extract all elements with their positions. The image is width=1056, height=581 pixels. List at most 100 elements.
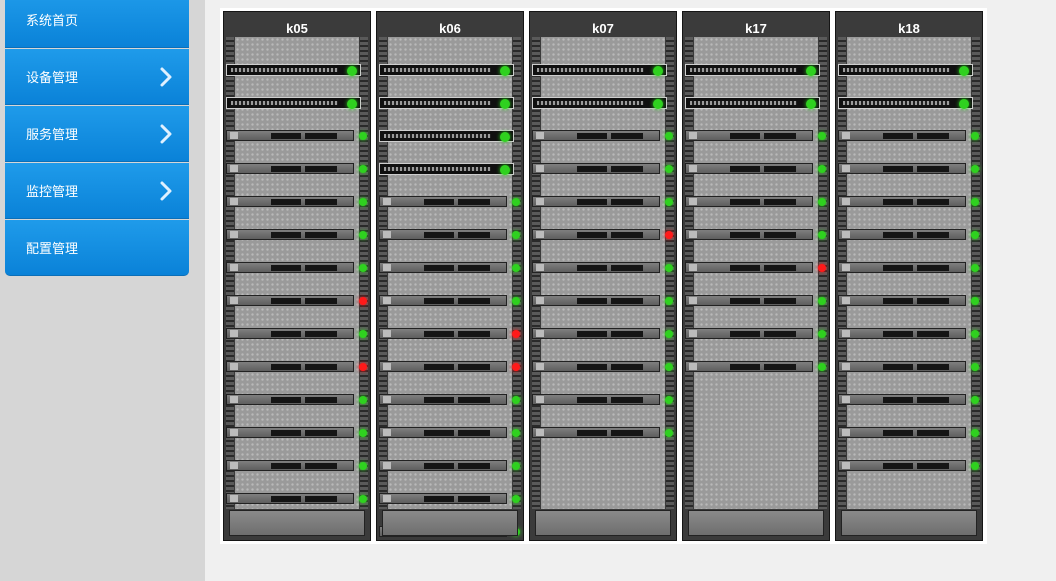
- network-switch[interactable]: [532, 64, 667, 76]
- drive-bay: [458, 430, 490, 436]
- network-switch[interactable]: [379, 130, 514, 142]
- network-switch[interactable]: [838, 64, 973, 76]
- network-switch[interactable]: [379, 163, 514, 175]
- network-switch[interactable]: [685, 97, 820, 109]
- server-unit[interactable]: [532, 163, 673, 174]
- server-unit[interactable]: [226, 130, 367, 141]
- server-handle: [536, 165, 544, 172]
- server-unit[interactable]: [685, 361, 826, 372]
- server-unit[interactable]: [379, 262, 520, 273]
- rack-k18[interactable]: k18: [835, 11, 983, 541]
- menu-item-configuration-management[interactable]: 配置管理: [5, 220, 189, 276]
- rack-k06[interactable]: k06: [376, 11, 524, 541]
- network-switch[interactable]: [685, 64, 820, 76]
- switch-ports: [537, 101, 644, 105]
- network-switch[interactable]: [226, 64, 361, 76]
- menu-item-service-management[interactable]: 服务管理: [5, 106, 189, 162]
- server-handle: [230, 396, 238, 403]
- menu-item-device-management[interactable]: 设备管理: [5, 49, 189, 105]
- server-unit[interactable]: [838, 130, 979, 141]
- server-unit[interactable]: [226, 493, 367, 504]
- server-unit[interactable]: [379, 493, 520, 504]
- server-unit[interactable]: [226, 460, 367, 471]
- server-unit[interactable]: [379, 328, 520, 339]
- server-unit[interactable]: [226, 328, 367, 339]
- menu-item-home[interactable]: 系统首页: [5, 0, 189, 48]
- server-unit[interactable]: [838, 460, 979, 471]
- server-unit[interactable]: [838, 361, 979, 372]
- drive-bay: [883, 166, 913, 172]
- server-unit[interactable]: [838, 196, 979, 207]
- ok-status-indicator: [665, 396, 673, 404]
- server-unit[interactable]: [226, 262, 367, 273]
- server-unit[interactable]: [532, 394, 673, 405]
- network-switch[interactable]: [532, 97, 667, 109]
- server-handle: [842, 132, 850, 139]
- server-unit[interactable]: [226, 427, 367, 438]
- server-unit[interactable]: [379, 196, 520, 207]
- drive-bay: [458, 298, 490, 304]
- ok-status-indicator: [665, 330, 673, 338]
- drive-bay: [271, 496, 301, 502]
- network-switch[interactable]: [379, 97, 514, 109]
- server-unit[interactable]: [532, 229, 673, 240]
- server-unit[interactable]: [379, 295, 520, 306]
- server-unit[interactable]: [838, 229, 979, 240]
- server-unit[interactable]: [685, 196, 826, 207]
- drive-bay: [305, 496, 337, 502]
- server-unit[interactable]: [226, 295, 367, 306]
- ok-status-indicator: [512, 429, 520, 437]
- server-unit[interactable]: [379, 229, 520, 240]
- server-handle: [689, 165, 697, 172]
- server-unit[interactable]: [838, 394, 979, 405]
- server-handle: [842, 198, 850, 205]
- server-unit[interactable]: [532, 196, 673, 207]
- drive-bay: [883, 298, 913, 304]
- network-switch[interactable]: [838, 97, 973, 109]
- server-handle: [230, 429, 238, 436]
- server-unit[interactable]: [226, 196, 367, 207]
- alarm-status-indicator: [512, 363, 520, 371]
- rack-k07[interactable]: k07: [529, 11, 677, 541]
- server-unit[interactable]: [838, 295, 979, 306]
- drive-bay: [305, 463, 337, 469]
- drive-bay: [611, 133, 643, 139]
- server-unit[interactable]: [532, 361, 673, 372]
- server-unit[interactable]: [532, 427, 673, 438]
- server-unit[interactable]: [532, 328, 673, 339]
- server-unit[interactable]: [685, 328, 826, 339]
- server-unit[interactable]: [685, 163, 826, 174]
- rack-k17[interactable]: k17: [682, 11, 830, 541]
- server-handle: [230, 231, 238, 238]
- server-unit[interactable]: [685, 229, 826, 240]
- server-unit[interactable]: [838, 328, 979, 339]
- drive-bay: [883, 364, 913, 370]
- network-switch[interactable]: [379, 64, 514, 76]
- server-unit[interactable]: [838, 427, 979, 438]
- server-unit[interactable]: [226, 394, 367, 405]
- drive-bay: [577, 232, 607, 238]
- server-unit[interactable]: [685, 130, 826, 141]
- server-unit[interactable]: [226, 361, 367, 372]
- drive-bay: [764, 166, 796, 172]
- network-switch[interactable]: [226, 97, 361, 109]
- server-unit[interactable]: [532, 130, 673, 141]
- menu-item-monitoring-management[interactable]: 监控管理: [5, 163, 189, 219]
- server-unit[interactable]: [532, 295, 673, 306]
- server-unit[interactable]: [379, 427, 520, 438]
- server-handle: [689, 330, 697, 337]
- server-unit[interactable]: [838, 163, 979, 174]
- server-unit[interactable]: [379, 460, 520, 471]
- server-unit[interactable]: [685, 262, 826, 273]
- server-unit[interactable]: [226, 163, 367, 174]
- switch-ports: [690, 68, 797, 72]
- server-unit[interactable]: [685, 295, 826, 306]
- server-unit[interactable]: [226, 229, 367, 240]
- server-unit[interactable]: [379, 361, 520, 372]
- server-unit[interactable]: [838, 262, 979, 273]
- alarm-status-indicator: [665, 231, 673, 239]
- ok-status-indicator: [806, 66, 816, 76]
- server-unit[interactable]: [532, 262, 673, 273]
- rack-k05[interactable]: k05: [223, 11, 371, 541]
- server-unit[interactable]: [379, 394, 520, 405]
